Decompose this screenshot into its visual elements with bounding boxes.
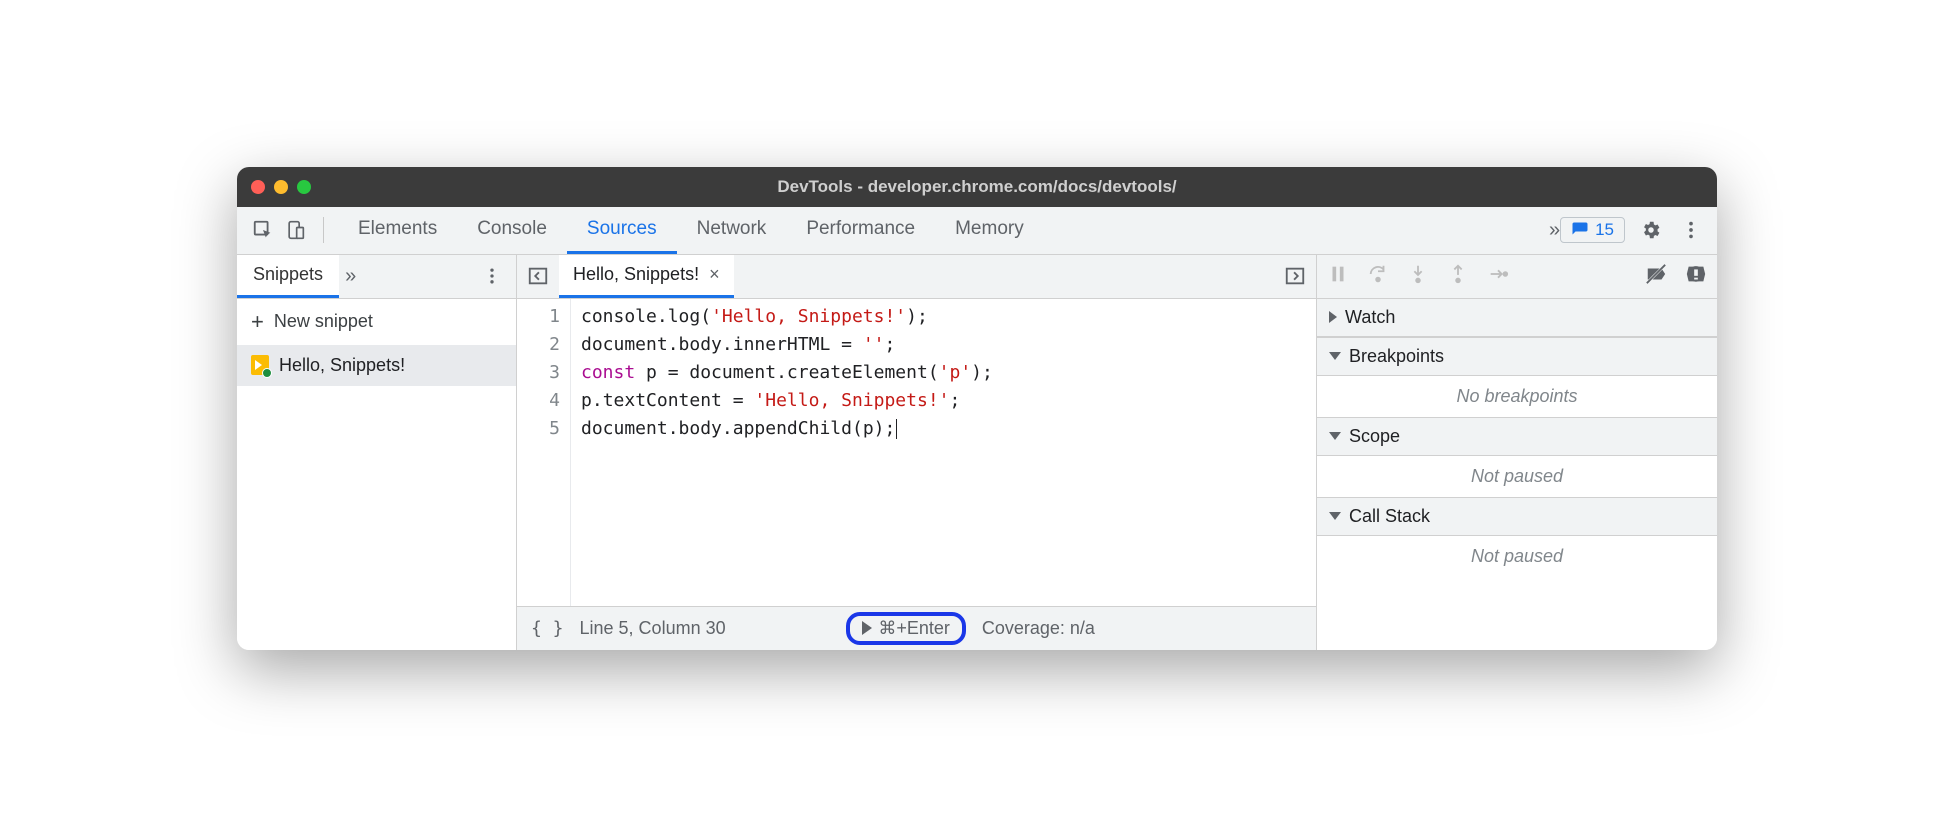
panel-tab-sources[interactable]: Sources	[567, 207, 677, 254]
debugger-toolbar	[1317, 255, 1717, 299]
code-editor[interactable]: 12345 console.log('Hello, Snippets!');do…	[517, 299, 1316, 606]
traffic-lights	[251, 180, 311, 194]
panel-tab-performance[interactable]: Performance	[786, 207, 935, 254]
more-tabs-icon[interactable]: »	[1549, 219, 1556, 242]
section-label: Breakpoints	[1349, 346, 1444, 367]
new-snippet-button[interactable]: + New snippet	[237, 299, 516, 345]
run-shortcut: ⌘+Enter	[878, 618, 950, 639]
play-icon	[862, 621, 872, 635]
section-body: No breakpoints	[1317, 376, 1717, 417]
cursor-position: Line 5, Column 30	[580, 618, 726, 639]
snippet-file-icon	[251, 355, 269, 375]
section-label: Watch	[1345, 307, 1395, 328]
section-breakpoints[interactable]: Breakpoints	[1317, 337, 1717, 376]
navigator-more-icon[interactable]: »	[345, 265, 352, 288]
panel-tab-console[interactable]: Console	[457, 207, 567, 254]
navigator-panel: Snippets » + New snippet Hello, Snippets…	[237, 255, 517, 650]
editor-tab[interactable]: Hello, Snippets! ×	[559, 255, 734, 298]
snippet-list-item[interactable]: Hello, Snippets!	[237, 345, 516, 386]
debugger-panel: Watch Breakpoints No breakpoints Scope Not p…	[1317, 255, 1717, 650]
issues-count: 15	[1595, 220, 1614, 240]
kebab-menu-icon[interactable]	[1677, 216, 1705, 244]
format-icon[interactable]: { }	[531, 618, 564, 639]
window-title: DevTools - developer.chrome.com/docs/dev…	[237, 177, 1717, 197]
panel-tabs: ElementsConsoleSourcesNetworkPerformance…	[338, 207, 1545, 254]
step-out-icon[interactable]	[1447, 263, 1469, 290]
window-minimize-button[interactable]	[274, 180, 288, 194]
section-label: Call Stack	[1349, 506, 1430, 527]
code-content: console.log('Hello, Snippets!');document…	[571, 299, 1003, 606]
pause-icon[interactable]	[1327, 263, 1349, 290]
pause-on-exceptions-icon[interactable]	[1685, 263, 1707, 290]
issues-badge[interactable]: 15	[1560, 217, 1625, 243]
devtools-window: DevTools - developer.chrome.com/docs/dev…	[237, 167, 1717, 650]
window-close-button[interactable]	[251, 180, 265, 194]
settings-icon[interactable]	[1637, 216, 1665, 244]
section-scope[interactable]: Scope	[1317, 417, 1717, 456]
navigator-tabs: Snippets »	[237, 255, 516, 299]
nav-forward-icon[interactable]	[1284, 265, 1306, 287]
nav-back-icon[interactable]	[527, 265, 549, 287]
toolbar-right: 15	[1560, 216, 1705, 244]
chevron-down-icon	[1329, 432, 1341, 440]
step-over-icon[interactable]	[1367, 263, 1389, 290]
snippets-tab[interactable]: Snippets	[237, 255, 339, 298]
panel-tab-elements[interactable]: Elements	[338, 207, 457, 254]
editor-status-bar: { } Line 5, Column 30 ⌘+Enter Coverage: …	[517, 606, 1316, 650]
titlebar: DevTools - developer.chrome.com/docs/dev…	[237, 167, 1717, 207]
inspect-element-icon[interactable]	[249, 216, 277, 244]
main-toolbar: ElementsConsoleSourcesNetworkPerformance…	[237, 207, 1717, 255]
section-watch[interactable]: Watch	[1317, 299, 1717, 337]
device-toggle-icon[interactable]	[281, 216, 309, 244]
panel-tab-memory[interactable]: Memory	[935, 207, 1044, 254]
toolbar-divider	[323, 217, 324, 243]
editor-panel: Hello, Snippets! × 12345 console.log('He…	[517, 255, 1317, 650]
editor-tab-label: Hello, Snippets!	[573, 264, 699, 285]
close-tab-icon[interactable]: ×	[709, 264, 720, 285]
step-into-icon[interactable]	[1407, 263, 1429, 290]
section-body: Not paused	[1317, 456, 1717, 497]
window-zoom-button[interactable]	[297, 180, 311, 194]
section-label: Scope	[1349, 426, 1400, 447]
line-gutter: 12345	[517, 299, 571, 606]
chevron-right-icon	[1329, 311, 1337, 323]
navigator-menu-icon[interactable]	[478, 262, 506, 290]
content-grid: Snippets » + New snippet Hello, Snippets…	[237, 255, 1717, 650]
new-snippet-label: New snippet	[274, 311, 373, 332]
panel-tab-network[interactable]: Network	[677, 207, 787, 254]
plus-icon: +	[251, 309, 264, 335]
deactivate-breakpoints-icon[interactable]	[1645, 263, 1667, 290]
section-call-stack[interactable]: Call Stack	[1317, 497, 1717, 536]
coverage-status: Coverage: n/a	[982, 618, 1095, 639]
section-body: Not paused	[1317, 536, 1717, 577]
editor-tabbar: Hello, Snippets! ×	[517, 255, 1316, 299]
chevron-down-icon	[1329, 352, 1341, 360]
snippet-name: Hello, Snippets!	[279, 355, 405, 376]
run-snippet-button[interactable]: ⌘+Enter	[846, 612, 966, 645]
chevron-down-icon	[1329, 512, 1341, 520]
step-icon[interactable]	[1487, 263, 1509, 290]
